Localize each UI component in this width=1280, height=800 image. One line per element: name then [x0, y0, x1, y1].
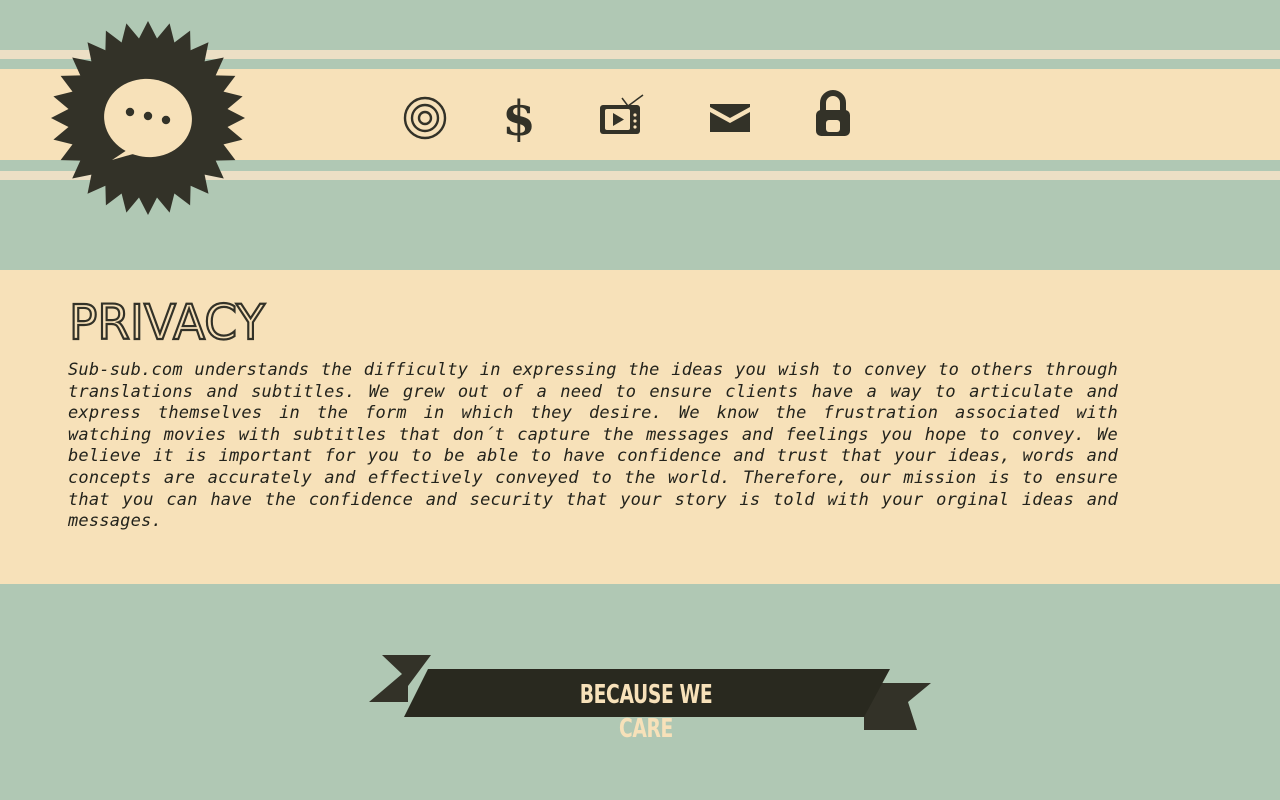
- nav-bar: $: [0, 69, 1280, 160]
- page-title-art: PRIVACY: [69, 298, 266, 346]
- page-title: PRIVACY: [68, 298, 267, 346]
- privacy-body-text: Sub-sub.com understands the difficulty i…: [68, 360, 1118, 532]
- tv-play-icon[interactable]: [598, 94, 646, 138]
- svg-text:$: $: [502, 93, 535, 143]
- dollar-icon[interactable]: $: [500, 93, 538, 143]
- privacy-section: PRIVACY PRIVACY Sub-sub.com understands …: [0, 270, 1280, 584]
- because-we-care-banner[interactable]: BECAUSE WE CARE: [368, 654, 932, 744]
- banner-label: BECAUSE WE CARE: [579, 680, 713, 744]
- envelope-icon[interactable]: [708, 102, 752, 134]
- page: $ PRIVACY PRIVACY Sub-sub.com unders: [0, 0, 1280, 800]
- target-icon[interactable]: [403, 96, 447, 140]
- padlock-icon[interactable]: [812, 90, 854, 138]
